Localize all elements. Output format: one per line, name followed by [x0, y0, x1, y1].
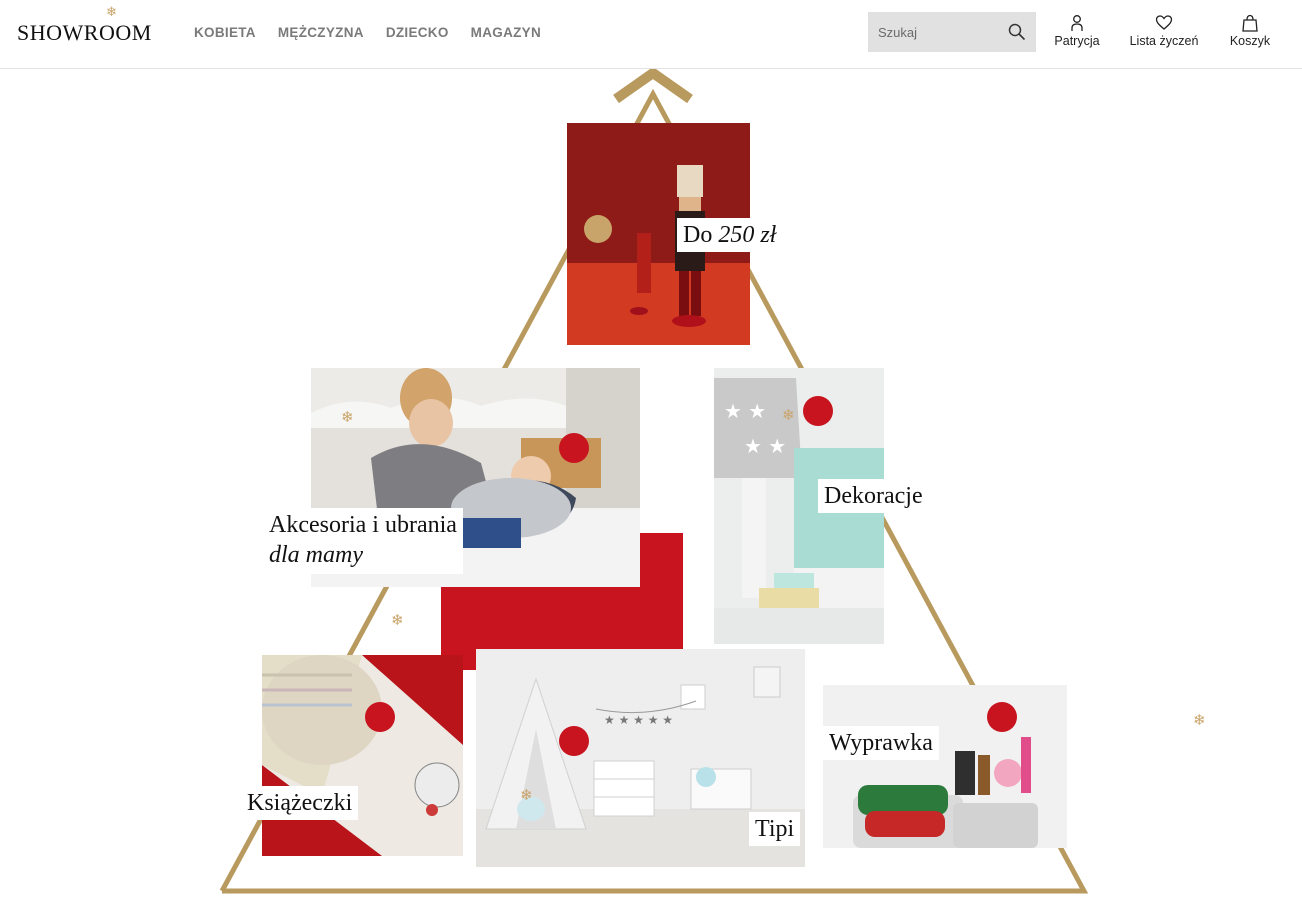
hotspot-dot[interactable]: [987, 702, 1017, 732]
cart-label: Koszyk: [1229, 34, 1271, 48]
account-button[interactable]: Patrycja: [1053, 14, 1101, 48]
children-book-image: [262, 655, 463, 856]
hotspot-dot[interactable]: [559, 726, 589, 756]
label-budget: Do 250 zł: [677, 218, 783, 252]
nav-item-dziecko[interactable]: DZIECKO: [386, 25, 449, 40]
hotspot-dot[interactable]: [365, 702, 395, 732]
nav-item-magazyn[interactable]: MAGAZYN: [471, 25, 541, 40]
snowflake-icon: ❄: [520, 787, 533, 804]
snowflake-icon: ❄: [782, 407, 795, 424]
nav-item-mezczyzna[interactable]: MĘŻCZYZNA: [278, 25, 364, 40]
label-mom: Akcesoria i ubrania dla mamy: [263, 508, 463, 574]
tile-layette[interactable]: [823, 685, 1067, 848]
nav-item-kobieta[interactable]: KOBIETA: [194, 25, 256, 40]
tile-books[interactable]: [262, 655, 463, 856]
cart-button[interactable]: Koszyk: [1228, 14, 1272, 48]
logo-text: SHOWROOM: [17, 20, 152, 45]
label-mom-italic: dla mamy: [269, 542, 363, 568]
main-nav: KOBIETA MĘŻCZYZNA DZIECKO MAGAZYN: [194, 25, 541, 40]
label-budget-main: Do: [683, 222, 719, 248]
snowflake-icon: ❄: [1193, 712, 1206, 729]
snowflake-icon: ❄: [391, 612, 404, 629]
site-header: SHOWROOM ❄ KOBIETA MĘŻCZYZNA DZIECKO MAG…: [0, 0, 1302, 69]
layette-products-image: [823, 685, 1067, 848]
wishlist-button[interactable]: Lista życzeń: [1126, 14, 1202, 48]
search-box: [868, 12, 1036, 52]
svg-text:★ ★: ★ ★: [724, 399, 766, 423]
label-books: Książeczki: [241, 786, 359, 820]
gift-tree-scene: Do 250 zł ❄ Akcesoria i ubrania dla mamy: [0, 69, 1302, 913]
label-tipi: Tipi: [749, 812, 801, 846]
hotspot-dot[interactable]: [803, 396, 833, 426]
label-budget-italic: 250 zł: [718, 222, 777, 248]
snowflake-icon: ❄: [106, 4, 117, 19]
svg-text:★ ★: ★ ★: [744, 434, 786, 458]
bag-icon: [1242, 14, 1258, 32]
logo[interactable]: SHOWROOM: [17, 20, 152, 46]
search-input[interactable]: [868, 12, 1018, 52]
svg-text:★ ★ ★ ★ ★: ★ ★ ★ ★ ★: [604, 713, 673, 727]
account-label: Patrycja: [1054, 34, 1100, 48]
label-layette: Wyprawka: [823, 726, 939, 760]
label-mom-main: Akcesoria i ubrania: [269, 512, 457, 538]
heart-icon: [1155, 15, 1173, 30]
wishlist-label: Lista życzeń: [1129, 34, 1199, 48]
snowflake-icon: ❄: [341, 409, 354, 426]
hotspot-dot[interactable]: [559, 433, 589, 463]
search-icon[interactable]: [1008, 23, 1026, 41]
label-decorations: Dekoracje: [818, 479, 929, 513]
user-icon: [1071, 15, 1083, 31]
